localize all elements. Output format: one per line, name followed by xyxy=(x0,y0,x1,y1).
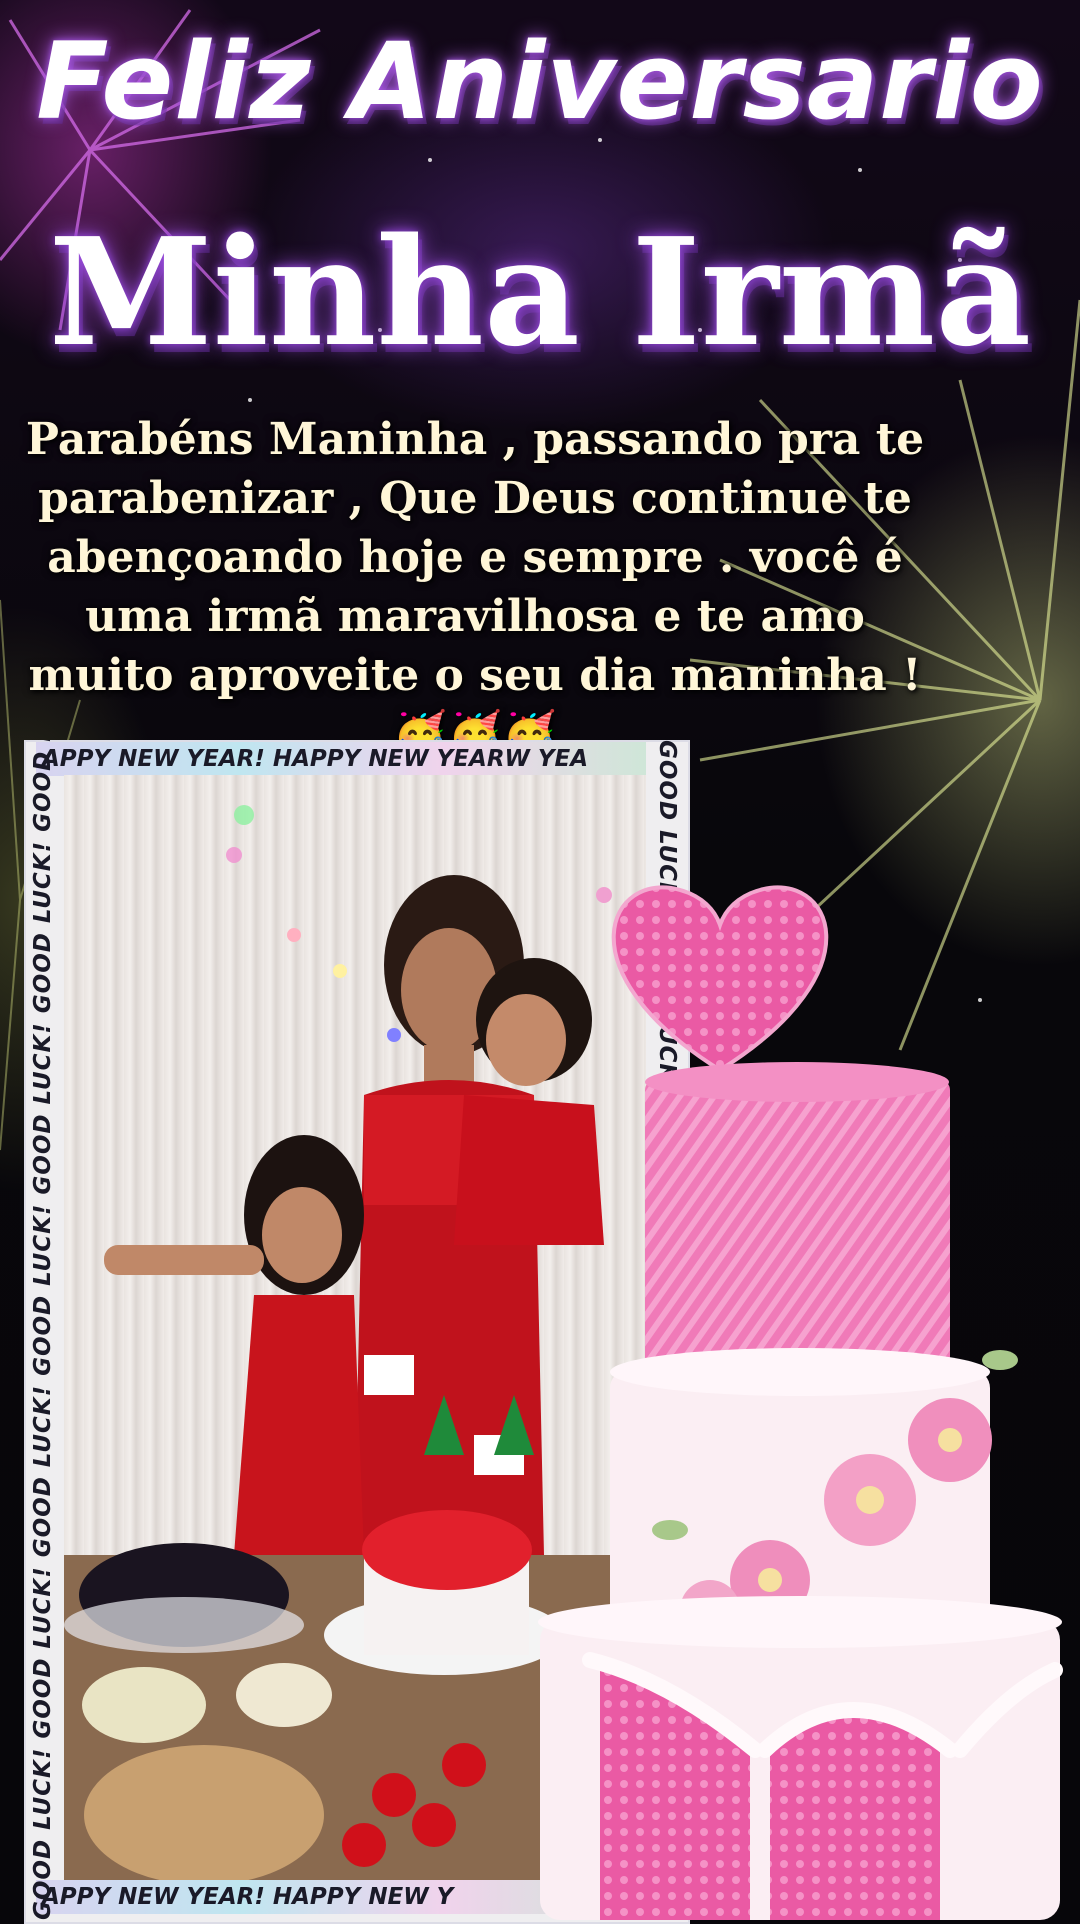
title-feliz-aniversario: Feliz Aniversario xyxy=(36,20,1044,143)
cake-top-tier xyxy=(645,1080,950,1370)
title-minha-irma: Minha Irmã xyxy=(48,205,1032,379)
frame-left-strip: GOOD LUCK! GOOD LUCK! GOOD LUCK! GOOD LU… xyxy=(26,740,60,1920)
frame-left-text: GOOD LUCK! GOOD LUCK! GOOD LUCK! GOOD LU… xyxy=(30,740,56,1920)
message-text: Parabéns Maninha , passando pra te parab… xyxy=(25,414,925,701)
girl xyxy=(104,1135,364,1555)
frame-top-banner: APPY NEW YEAR! HAPPY NEW YEARW YEA xyxy=(36,742,646,776)
heart-topper xyxy=(611,885,829,1073)
birthday-message: Parabéns Maninha , passando pra te parab… xyxy=(10,410,940,764)
pink-cake-illustration xyxy=(538,885,1063,1920)
frame-top-banner-text: APPY NEW YEAR! HAPPY NEW YEARW YEA xyxy=(42,746,589,772)
